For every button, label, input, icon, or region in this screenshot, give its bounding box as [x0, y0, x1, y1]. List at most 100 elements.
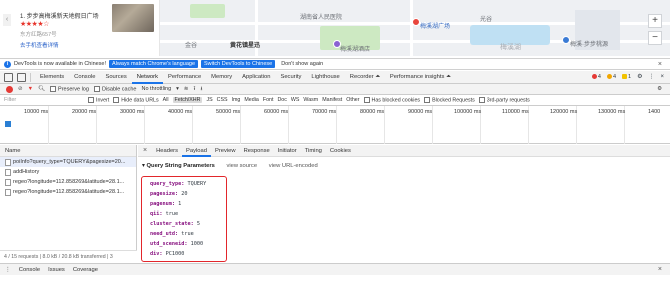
map-park: [190, 4, 225, 18]
place-photo[interactable]: [112, 4, 154, 32]
warning-count-badge[interactable]: 4: [606, 74, 616, 80]
zoom-in-button[interactable]: +: [648, 14, 662, 28]
filter-type-wasm[interactable]: Wasm: [303, 97, 318, 103]
param-value: true: [181, 231, 194, 237]
drawer-menu-icon[interactable]: ⋮: [5, 267, 11, 273]
record-icon[interactable]: [6, 85, 13, 93]
request-row[interactable]: regeo?longitude=112.858269&latitude=28.1…: [0, 187, 136, 197]
throttling-select[interactable]: No throttling: [141, 86, 171, 92]
filter-type-media[interactable]: Media: [244, 97, 258, 103]
close-detail-icon[interactable]: ×: [138, 147, 152, 154]
checkbox-box: [113, 96, 120, 103]
inspect-element-icon[interactable]: [4, 72, 13, 82]
query-string-section-header[interactable]: ▾ Query String Parameters view source vi…: [142, 163, 318, 169]
tab-cookies[interactable]: Cookies: [326, 145, 355, 157]
filter-type-all[interactable]: All: [163, 97, 169, 103]
tab-network[interactable]: Network: [131, 71, 163, 84]
more-options-icon[interactable]: ⋮: [648, 73, 654, 80]
hide-data-urls-checkbox[interactable]: Hide data URLs: [113, 96, 159, 103]
close-devtools-icon[interactable]: ×: [660, 74, 664, 80]
tab-initiator[interactable]: Initiator: [274, 145, 301, 157]
map-pin-icon[interactable]: [412, 18, 420, 26]
error-count-badge[interactable]: 4: [591, 73, 601, 80]
filter-type-ws[interactable]: WS: [291, 97, 300, 103]
param-value: TQUERY: [187, 181, 207, 187]
tab-memory[interactable]: Memory: [206, 71, 237, 84]
switch-to-chinese-button[interactable]: Switch DevTools to Chinese: [201, 60, 276, 68]
dont-show-again-button[interactable]: Don't show again: [278, 61, 326, 67]
tab-performance[interactable]: Performance: [163, 71, 206, 84]
drawer-tab-coverage[interactable]: Coverage: [73, 267, 98, 273]
filter-icon[interactable]: ▼: [28, 86, 33, 92]
blocked-cookies-checkbox[interactable]: Has blocked cookies: [363, 96, 420, 103]
export-har-icon[interactable]: ⭳: [200, 85, 202, 94]
filter-type-css[interactable]: CSS: [217, 97, 228, 103]
search-icon[interactable]: 🔍︎: [38, 86, 45, 92]
map-view[interactable]: 金谷 黄花镇星迅 光谷 梅溪湖广场 梅溪湖酒店 梅溪·步步桃源 湖南省人民医院 …: [0, 0, 670, 56]
tab-application[interactable]: Application: [237, 71, 275, 84]
blocked-requests-checkbox[interactable]: Blocked Requests: [424, 96, 475, 103]
invert-checkbox[interactable]: Invert: [88, 96, 109, 103]
request-row[interactable]: regeo?longitude=112.858269&latitude=28.1…: [0, 177, 136, 187]
filter-type-js[interactable]: JS: [206, 97, 212, 103]
tab-headers[interactable]: Headers: [152, 145, 182, 157]
import-har-icon[interactable]: ⭱: [194, 85, 196, 94]
view-url-encoded-link[interactable]: view URL-encoded: [269, 163, 318, 169]
drawer-tab-issues[interactable]: Issues: [48, 267, 65, 273]
tab-security[interactable]: Security: [275, 71, 306, 84]
checkbox-box: [478, 96, 485, 103]
drawer-tab-console[interactable]: Console: [19, 267, 40, 273]
mobile-details-link[interactable]: 去手机查看详情: [20, 41, 59, 49]
tab-sources[interactable]: Sources: [100, 71, 131, 84]
third-party-checkbox[interactable]: 3rd-party requests: [478, 96, 530, 103]
place-card[interactable]: ‹ 1. 步步高梅溪新天地假日广场 ★★★★☆ 东方红路657号 去手机查看详情: [0, 0, 160, 56]
filter-type-doc[interactable]: Doc: [277, 97, 286, 103]
network-settings-gear-icon[interactable]: ⚙: [657, 86, 662, 92]
filter-type-fetch-xhr[interactable]: Fetch/XHR: [172, 97, 203, 103]
device-toolbar-icon[interactable]: [17, 72, 26, 82]
place-address: 东方红路657号: [20, 32, 57, 38]
filter-type-manifest[interactable]: Manifest: [322, 97, 342, 103]
tab-preview[interactable]: Preview: [211, 145, 240, 157]
param-value: 5: [196, 221, 200, 227]
network-overview-timeline[interactable]: 10000 ms 20000 ms 30000 ms 40000 ms 5000…: [0, 106, 670, 144]
settings-gear-icon[interactable]: ⚙: [637, 73, 642, 80]
tab-timing[interactable]: Timing: [301, 145, 326, 157]
tab-lighthouse[interactable]: Lighthouse: [306, 71, 344, 84]
tab-console[interactable]: Console: [69, 71, 100, 84]
map-pin-icon[interactable]: [333, 40, 341, 48]
place-title[interactable]: 1. 步步高梅溪新天地假日广场: [20, 11, 99, 20]
close-icon[interactable]: ×: [658, 61, 662, 68]
info-count-badge[interactable]: 1: [622, 74, 631, 80]
tab-elements[interactable]: Elements: [35, 71, 69, 84]
view-source-link[interactable]: view source: [226, 163, 257, 169]
timeline-tick: 20000 ms: [72, 109, 97, 115]
chevron-down-icon[interactable]: ▾: [176, 86, 179, 92]
tab-payload[interactable]: Payload: [182, 145, 211, 157]
map-road: [410, 0, 413, 56]
chevron-left-icon[interactable]: ‹: [3, 14, 11, 26]
request-row[interactable]: poiInfo?query_type=TQUERY&pagesize=20...: [0, 157, 136, 167]
filter-input[interactable]: Filter: [4, 97, 84, 103]
devtools-tabbar: Elements Console Sources Network Perform…: [0, 71, 670, 84]
tab-recorder[interactable]: Recorder ⏶: [345, 71, 385, 84]
wifi-icon[interactable]: ≋: [184, 86, 189, 92]
request-row[interactable]: addHistory: [0, 167, 136, 177]
query-param: need_utd: true: [150, 229, 226, 239]
request-name: regeo?longitude=112.858269&latitude=28.1…: [13, 179, 125, 185]
preserve-log-checkbox[interactable]: Preserve log: [50, 85, 89, 92]
clear-icon[interactable]: ⊘: [18, 86, 23, 92]
tab-response[interactable]: Response: [240, 145, 274, 157]
filter-type-font[interactable]: Font: [263, 97, 274, 103]
close-drawer-icon[interactable]: ×: [658, 266, 662, 273]
filter-type-other[interactable]: Other: [346, 97, 359, 103]
match-language-button[interactable]: Always match Chrome's language: [109, 60, 199, 68]
map-pin-icon[interactable]: [562, 36, 570, 44]
column-header-name[interactable]: Name: [0, 145, 136, 157]
zoom-out-button[interactable]: −: [648, 31, 662, 45]
disable-cache-checkbox[interactable]: Disable cache: [93, 85, 136, 92]
timeline-tick: 100000 ms: [454, 109, 482, 115]
tab-performance-insights[interactable]: Performance insights ⏶: [385, 71, 456, 84]
error-count: 4: [597, 73, 601, 80]
filter-type-img[interactable]: Img: [232, 97, 241, 103]
